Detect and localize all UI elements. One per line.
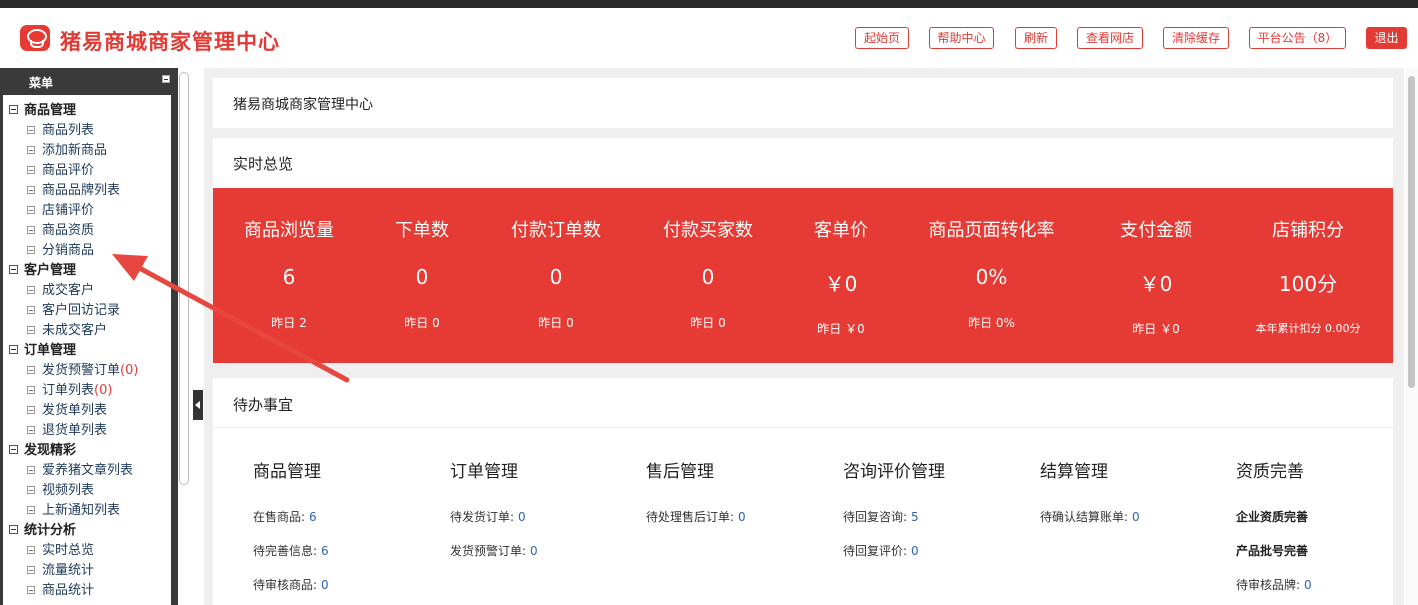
annotation-arrow-icon xyxy=(112,254,350,383)
